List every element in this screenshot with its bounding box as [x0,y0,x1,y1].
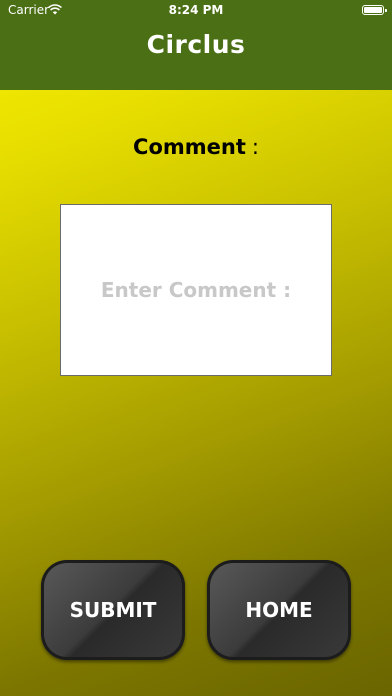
submit-button[interactable]: SUBMIT [41,560,185,660]
comment-label-text: Comment [133,135,246,159]
home-button[interactable]: HOME [207,560,351,660]
comment-input[interactable] [61,205,331,375]
comment-label: Comment: [0,135,392,159]
status-time: 8:24 PM [168,3,224,17]
page-title: Circlus [146,30,246,59]
status-bar: Carrier 8:24 PM [0,0,392,20]
battery-icon [362,5,387,15]
comment-label-colon: : [251,135,259,159]
comment-box [60,204,332,376]
navigation-bar: Circlus [0,20,392,90]
